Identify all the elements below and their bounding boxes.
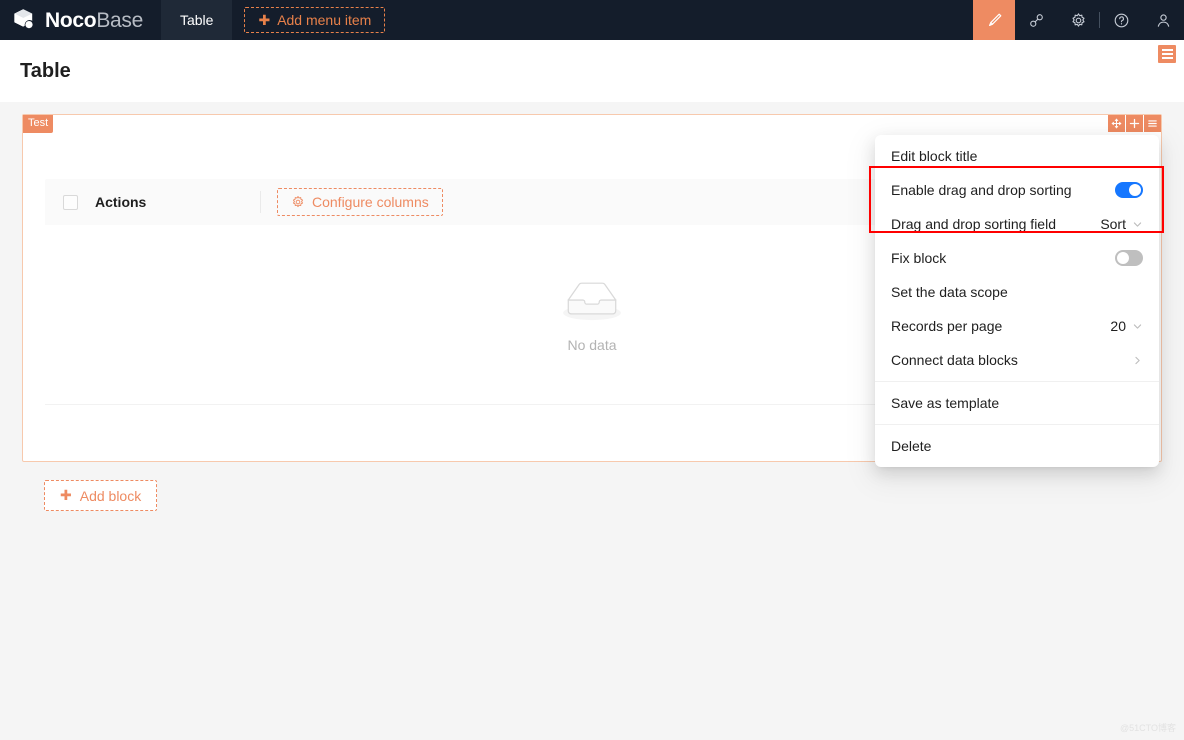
page-title: Table [20, 59, 71, 82]
add-block-label: Add block [79, 487, 142, 504]
page-titlebar: Table [0, 40, 1184, 102]
gear-icon [291, 195, 305, 209]
select-all-cell [45, 194, 95, 210]
menu-item-label: Records per page [891, 318, 1003, 334]
menu-item-label: Edit block title [891, 148, 978, 164]
add-menu-item-label: Add menu item [277, 12, 372, 28]
chevron-down-icon [1133, 323, 1142, 329]
app-header: NocoBase Table ✚ Add menu item [0, 0, 1184, 40]
add-block-wrap: ✚ Add block [22, 462, 1162, 511]
configure-columns-label: Configure columns [312, 194, 429, 210]
designer-toggle-line [1161, 49, 1173, 51]
menu-item-label: Set the data scope [891, 284, 1008, 300]
plugin-settings-icon[interactable] [1015, 0, 1057, 40]
block-settings-dropdown: Edit block title Enable drag and drop so… [875, 135, 1159, 467]
brand-secondary: Base [96, 8, 143, 32]
watermark: @51CTO博客 [1120, 723, 1176, 733]
menu-divider [875, 424, 1159, 425]
configure-columns-button[interactable]: Configure columns [277, 188, 443, 216]
block-badge: Test [23, 115, 54, 133]
brand-logo-area[interactable]: NocoBase [0, 0, 161, 40]
chevron-right-icon [1135, 356, 1140, 364]
header-spacer [397, 0, 973, 40]
toggle-knob [1129, 184, 1141, 196]
menu-item-label: Delete [891, 438, 932, 454]
help-icon[interactable] [1100, 0, 1142, 40]
designer-toggle-line [1161, 53, 1173, 55]
empty-inbox-icon [559, 276, 625, 329]
nav-item-table[interactable]: Table [160, 0, 233, 40]
gear-icon[interactable] [1057, 0, 1099, 40]
header-actions [973, 0, 1184, 40]
records-per-page-value: 20 [1110, 318, 1126, 334]
menu-item-fix-block[interactable]: Fix block [875, 241, 1159, 275]
drag-move-icon[interactable] [1108, 115, 1125, 132]
plus-icon[interactable] [1126, 115, 1143, 132]
menu-item-set-data-scope[interactable]: Set the data scope [875, 275, 1159, 309]
menu-item-label: Enable drag and drop sorting [891, 182, 1072, 198]
menu-item-label: Drag and drop sorting field [891, 216, 1056, 232]
ui-editor-icon[interactable] [973, 0, 1015, 40]
menu-item-enable-drag-sorting[interactable]: Enable drag and drop sorting [875, 173, 1159, 207]
configure-columns-cell: Configure columns [261, 188, 443, 216]
menu-icon[interactable] [1144, 115, 1161, 132]
select-all-checkbox[interactable] [62, 194, 78, 210]
empty-text: No data [567, 337, 617, 353]
toggle-knob [1117, 252, 1129, 264]
records-per-page-value-wrap[interactable]: 20 [1110, 318, 1143, 334]
drag-sorting-field-value: Sort [1100, 216, 1126, 232]
enable-drag-sorting-toggle[interactable] [1115, 182, 1143, 198]
menu-item-save-as-template[interactable]: Save as template [875, 386, 1159, 420]
menu-item-label: Save as template [891, 395, 1000, 411]
menu-item-connect-data-blocks[interactable]: Connect data blocks [875, 343, 1159, 377]
brand-text: NocoBase [45, 10, 143, 31]
add-block-button[interactable]: ✚ Add block [44, 480, 158, 511]
menu-item-edit-block-title[interactable]: Edit block title [875, 139, 1159, 173]
column-header-actions: Actions [95, 194, 147, 210]
menu-item-label: Fix block [891, 250, 947, 266]
menu-item-records-per-page[interactable]: Records per page 20 [875, 309, 1159, 343]
designer-toggle-line [1161, 57, 1173, 59]
drag-sorting-field-value-wrap[interactable]: Sort [1100, 216, 1143, 232]
plus-icon: ✚ [258, 12, 271, 28]
menu-item-drag-sorting-field[interactable]: Drag and drop sorting field Sort [875, 207, 1159, 241]
cube-logo-icon [14, 9, 35, 30]
add-menu-item-wrap: ✚ Add menu item [232, 0, 397, 40]
add-menu-item-button[interactable]: ✚ Add menu item [244, 7, 386, 33]
menu-divider [875, 381, 1159, 382]
fix-block-toggle[interactable] [1115, 250, 1143, 266]
menu-item-label: Connect data blocks [891, 352, 1018, 368]
menu-item-delete[interactable]: Delete [875, 429, 1159, 463]
brand-primary: Noco [45, 8, 97, 32]
chevron-down-icon [1133, 221, 1142, 227]
user-avatar-icon[interactable] [1142, 0, 1184, 40]
page-designer-toggle[interactable] [1158, 45, 1176, 63]
block-tools [1108, 115, 1161, 132]
plus-icon: ✚ [60, 487, 72, 503]
